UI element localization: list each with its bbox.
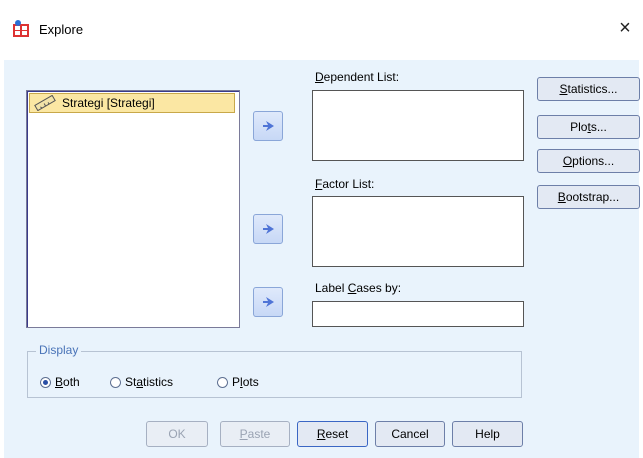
display-groupbox: [27, 351, 522, 398]
title-bar: Explore ×: [0, 0, 643, 60]
reset-button[interactable]: Reset: [297, 421, 368, 447]
cancel-button[interactable]: Cancel: [375, 421, 445, 447]
radio-selected-icon: [40, 376, 51, 388]
display-plots-radio[interactable]: Plots: [217, 375, 259, 389]
bootstrap-button[interactable]: Bootstrap...: [537, 185, 640, 209]
arrow-right-icon: [263, 297, 274, 307]
close-icon[interactable]: ×: [613, 16, 637, 40]
dependent-list-box[interactable]: [312, 90, 524, 161]
radio-unselected-icon: [217, 376, 228, 388]
list-item[interactable]: Strategi [Strategi]: [29, 93, 235, 113]
dependent-list-label: Dependent List:: [315, 70, 400, 84]
label-cases-field[interactable]: [312, 301, 524, 327]
plots-button[interactable]: Plots...: [537, 115, 640, 139]
display-legend: Display: [36, 343, 82, 357]
arrow-right-icon: [263, 121, 274, 131]
display-both-radio[interactable]: Both: [40, 375, 80, 389]
ok-button[interactable]: OK: [146, 421, 208, 447]
scale-ruler-icon: [34, 95, 56, 111]
factor-list-box[interactable]: [312, 196, 524, 267]
variable-label: Strategi [Strategi]: [62, 96, 155, 110]
move-to-factor-button[interactable]: [253, 214, 283, 244]
arrow-right-icon: [263, 224, 274, 234]
display-statistics-radio[interactable]: Statistics: [110, 375, 173, 389]
explore-app-icon: [13, 20, 29, 37]
statistics-button[interactable]: Statistics...: [537, 77, 640, 101]
label-cases-label: Label Cases by:: [315, 281, 402, 295]
move-to-dependent-button[interactable]: [253, 111, 283, 141]
help-button[interactable]: Help: [452, 421, 523, 447]
radio-unselected-icon: [110, 376, 121, 388]
window-title: Explore: [39, 22, 84, 37]
paste-button[interactable]: Paste: [220, 421, 290, 447]
factor-list-label: Factor List:: [315, 177, 375, 191]
move-to-label-cases-button[interactable]: [253, 287, 283, 317]
options-button[interactable]: Options...: [537, 149, 640, 173]
source-variable-list[interactable]: Strategi [Strategi]: [26, 90, 240, 328]
